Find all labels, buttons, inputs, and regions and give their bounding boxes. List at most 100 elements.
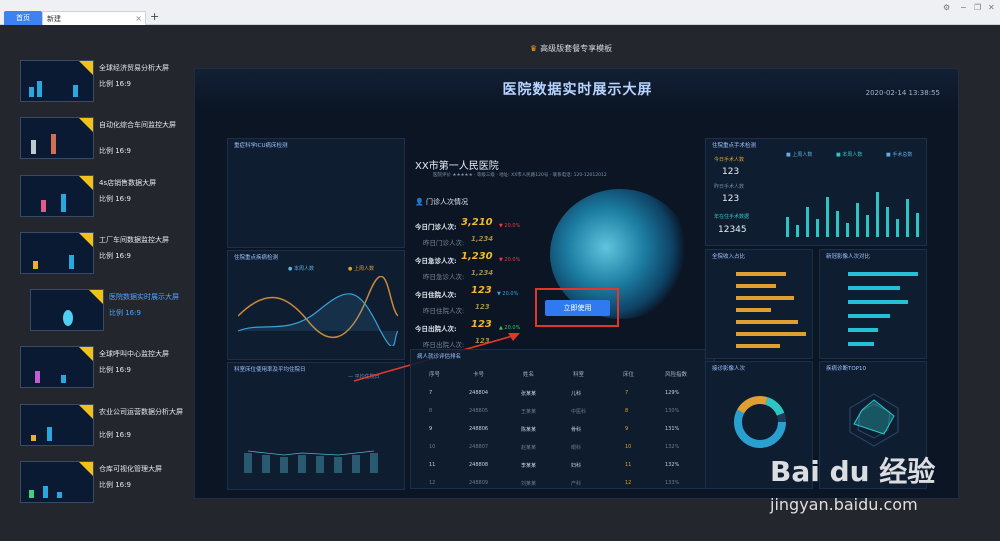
- table-cell: 248808: [469, 462, 489, 468]
- table-header: 序号: [429, 372, 441, 378]
- outpatient-section: 👤 门诊人次情况: [415, 197, 468, 207]
- tab-bar: 首页 新建 × + ⚙ − ❐ ✕: [0, 0, 1000, 25]
- template-item[interactable]: 4s店销售数据大屏 比例 16:9: [20, 175, 190, 219]
- template-thumbnail[interactable]: [20, 346, 94, 388]
- premium-banner-text: 高级版套餐专享模板: [540, 44, 613, 53]
- template-thumbnail[interactable]: [20, 60, 94, 102]
- template-thumbnail[interactable]: [20, 404, 94, 446]
- table-header: 床位: [623, 372, 635, 378]
- stat-label: 昨日急诊人次:: [423, 273, 465, 281]
- legend-item: ■ 上周人数: [786, 152, 813, 158]
- table-cell: 李某某: [521, 463, 537, 469]
- table-cell: 9: [625, 426, 629, 432]
- table-cell: 中医科: [571, 409, 587, 415]
- surgery-bar: [856, 203, 859, 237]
- template-item[interactable]: 工厂车间数据监控大屏 比例 16:9: [20, 232, 190, 276]
- stat-value: 1,234: [471, 269, 494, 277]
- table-cell: 张某某: [521, 391, 537, 397]
- patient-table-panel: 病人就诊评估排名 序号 卡号 姓名 科室 床位 风险指数 7 248804 张某某 儿…: [410, 349, 715, 489]
- vip-badge-icon: [79, 462, 93, 476]
- surgery-today-label: 今日手术人数: [714, 157, 745, 163]
- table-cell: 刘某某: [521, 481, 537, 487]
- surgery-bar: [896, 219, 899, 237]
- maximize-icon[interactable]: ❐: [974, 3, 981, 12]
- template-list[interactable]: 全球经济贸易分析大屏 比例 16:9 自动化综合车间监控大屏 比例 16:9 4…: [0, 25, 190, 541]
- table-header: 姓名: [523, 372, 535, 378]
- panel-title: 接诊影像人次: [712, 366, 746, 372]
- template-title: 自动化综合车间监控大屏: [99, 121, 176, 129]
- panel-title: 全院收入占比: [712, 254, 746, 260]
- template-title: 全球经济贸易分析大屏: [99, 64, 169, 72]
- stat-label: 今日门诊人次:: [415, 223, 457, 231]
- vip-badge-icon: [89, 290, 103, 304]
- stat-value: 123: [475, 303, 490, 311]
- template-item[interactable]: 仓库可视化管理大屏 比例 16:9: [20, 461, 190, 505]
- add-tab-button[interactable]: +: [150, 10, 159, 23]
- panel-title: 病人就诊评估排名: [417, 354, 462, 360]
- panel-title: 科室床位使用率及平均住院日: [234, 367, 306, 373]
- vip-badge-icon: [79, 405, 93, 419]
- template-title: 4s店销售数据大屏: [99, 179, 157, 187]
- template-thumbnail[interactable]: [30, 289, 104, 331]
- disease-panel: 新冠影像人次对比: [819, 249, 927, 359]
- income-panel: 全院收入占比: [705, 249, 813, 359]
- preview-title: 医院数据实时展示大屏: [502, 82, 653, 98]
- vip-badge-icon: [79, 233, 93, 247]
- panel-title: 疾病诊断TOP10: [826, 366, 867, 372]
- vip-badge-icon: [79, 61, 93, 75]
- template-ratio: 比例 16:9: [99, 481, 131, 489]
- close-window-icon[interactable]: ✕: [988, 3, 995, 12]
- income-bar: [736, 296, 794, 300]
- table-cell: 248804: [469, 390, 489, 396]
- template-thumbnail[interactable]: [20, 117, 94, 159]
- template-item-selected[interactable]: 医院数据实时展示大屏 比例 16:9: [30, 289, 200, 333]
- template-thumbnail[interactable]: [20, 232, 94, 274]
- template-ratio: 比例 16:9: [99, 80, 131, 88]
- tab-new[interactable]: 新建 ×: [42, 11, 146, 25]
- tab-close-icon[interactable]: ×: [135, 12, 142, 26]
- table-cell: 11: [625, 462, 632, 468]
- disease-bar: [848, 342, 874, 346]
- table-cell: 10: [625, 444, 632, 450]
- template-item[interactable]: 自动化综合车间监控大屏 比例 16:9: [20, 117, 190, 161]
- surgery-bar: [836, 211, 839, 237]
- income-bar: [736, 320, 798, 324]
- preview-time: 2020-02-14 13:38:55: [865, 89, 940, 97]
- table-cell: 12: [625, 480, 632, 486]
- template-thumbnail[interactable]: [20, 461, 94, 503]
- surgery-panel: 住院重点手术检测 ■ 上周人数 ■ 本周人数 ■ 手术总数 今日手术人数 123…: [705, 138, 927, 246]
- baidu-logo: Bai du 经验: [770, 455, 936, 488]
- table-cell: 11: [429, 462, 436, 468]
- template-title: 医院数据实时展示大屏: [109, 293, 179, 301]
- surgery-year-label: 年在住手术数据: [714, 214, 750, 220]
- template-thumbnail[interactable]: [20, 175, 94, 217]
- surgery-bar: [786, 217, 789, 237]
- template-preview[interactable]: 医院数据实时展示大屏 2020-02-14 13:38:55 重症科学ICU病床…: [194, 68, 959, 499]
- template-ratio: 比例 16:9: [99, 147, 131, 155]
- hospital-info: 医院评价 ★★★★★ · 等级三级 · 地址: XX市人民路120号 · 联系电…: [433, 173, 607, 178]
- table-cell: 妇科: [571, 463, 582, 469]
- surgery-bar: [796, 225, 799, 237]
- table-cell: 131%: [665, 426, 680, 432]
- template-item[interactable]: 农业公司运营数据分析大屏 比例 16:9: [20, 404, 190, 448]
- settings-icon[interactable]: ⚙: [943, 3, 950, 12]
- income-bar: [736, 272, 786, 276]
- income-bar: [736, 344, 780, 348]
- disease-bar: [848, 272, 918, 276]
- panel-title: 住院重点疾病检测: [234, 255, 279, 261]
- tab-new-label: 新建: [47, 15, 61, 23]
- income-bar: [736, 308, 771, 312]
- minimize-icon[interactable]: −: [960, 3, 967, 12]
- template-item[interactable]: 全球经济贸易分析大屏 比例 16:9: [20, 60, 190, 104]
- table-header: 科室: [573, 372, 585, 378]
- disease-bar: [848, 328, 878, 332]
- template-item[interactable]: 全球呼叫中心监控大屏 比例 16:9: [20, 346, 190, 390]
- use-now-button[interactable]: 立即使用: [545, 300, 610, 316]
- table-cell: 8: [429, 408, 433, 414]
- tab-home[interactable]: 首页: [4, 11, 42, 25]
- surgery-bar: [876, 192, 879, 237]
- table-cell: 129%: [665, 390, 680, 396]
- income-bar: [736, 284, 776, 288]
- legend-item: ■ 手术总数: [886, 152, 913, 158]
- table-cell: 12: [429, 480, 436, 486]
